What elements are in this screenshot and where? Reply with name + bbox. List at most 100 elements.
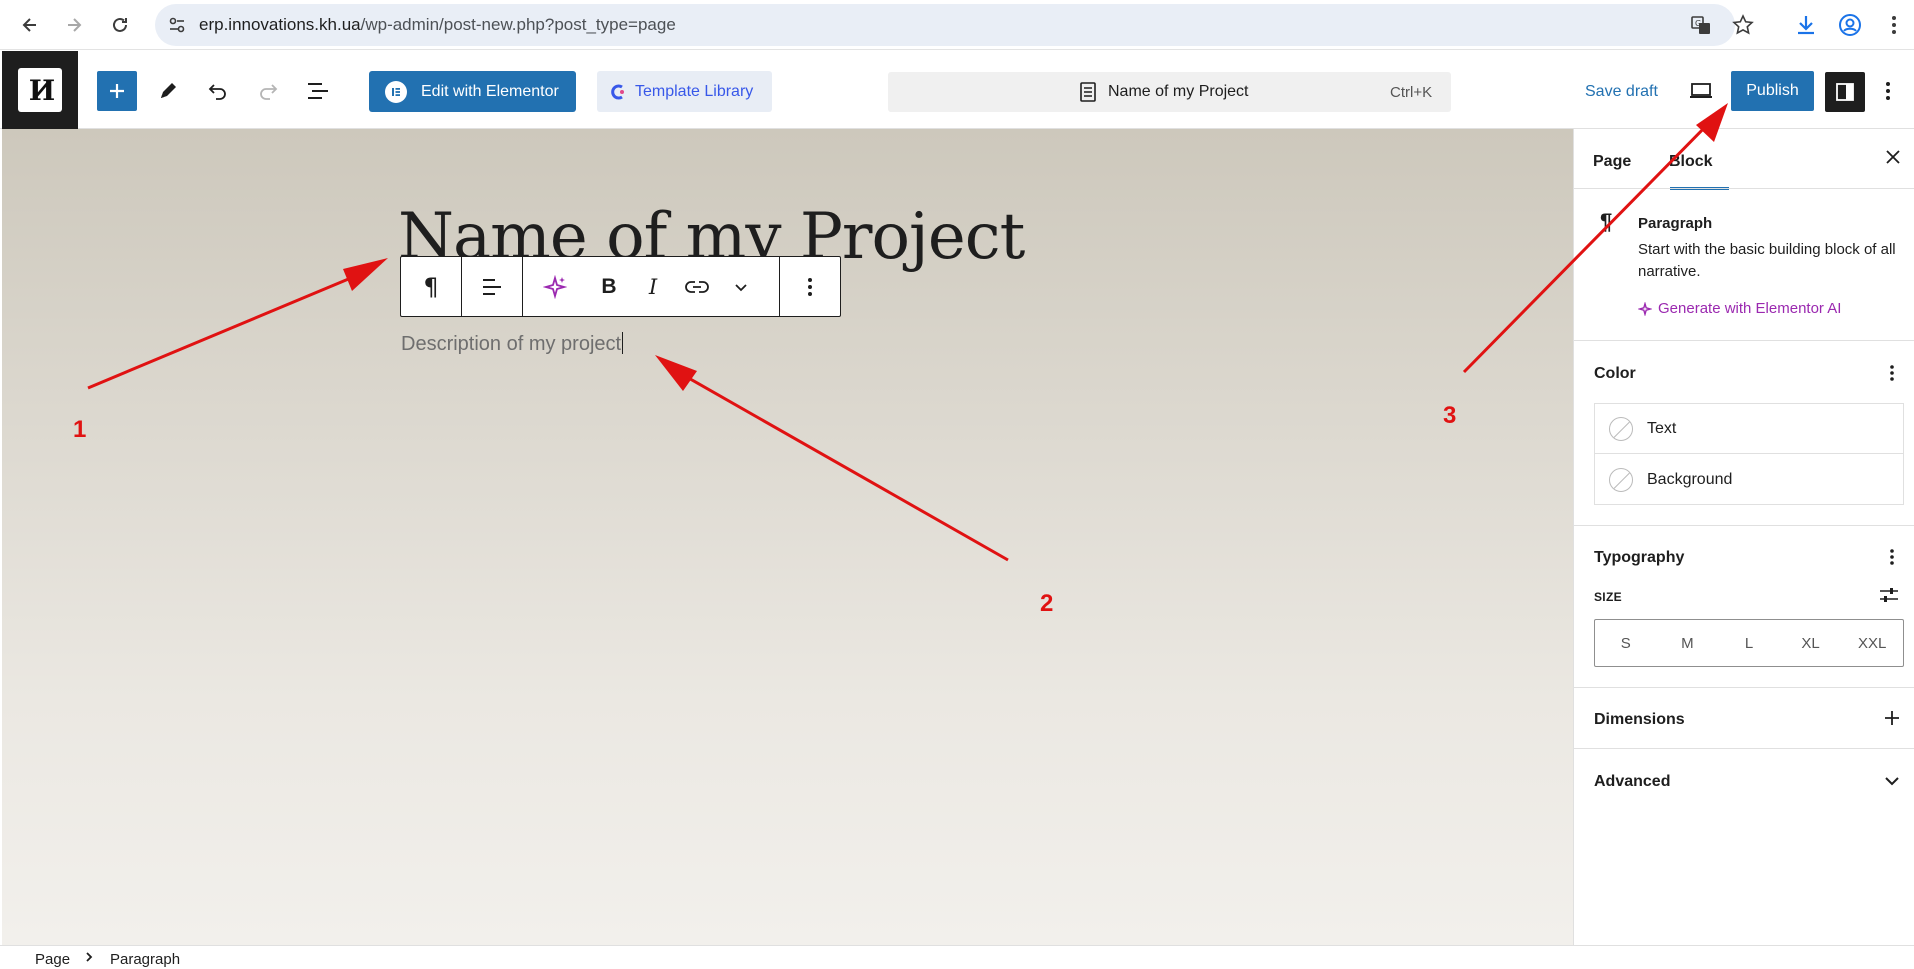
plus-icon	[1885, 711, 1899, 725]
page-document-icon	[1079, 82, 1097, 102]
font-size-picker: S M L XL XXL	[1594, 619, 1904, 667]
annotation-label-2: 2	[1040, 590, 1054, 617]
block-card-title: Paragraph	[1638, 215, 1713, 232]
translate-icon[interactable]: G	[1685, 9, 1717, 41]
pencil-icon	[161, 83, 176, 98]
chevron-down-icon	[735, 283, 747, 291]
paragraph-block-icon: ¶	[1600, 209, 1613, 234]
ai-sparkle-small-icon	[1638, 301, 1652, 316]
menu-kebab-icon[interactable]	[1878, 9, 1910, 41]
publish-button[interactable]: Publish	[1731, 71, 1814, 111]
elementor-ai-button[interactable]	[523, 257, 587, 316]
template-library-icon	[609, 83, 627, 101]
annotation-label-3: 3	[1443, 402, 1457, 429]
close-sidebar-button[interactable]	[1885, 149, 1901, 165]
advanced-panel-heading[interactable]: Advanced	[1594, 773, 1670, 791]
bookmark-star-icon[interactable]	[1727, 9, 1759, 41]
block-type-button[interactable]: ¶	[401, 257, 461, 316]
add-dimensions-button[interactable]	[1883, 709, 1901, 727]
color-options-icon	[1890, 365, 1894, 381]
back-icon[interactable]	[14, 9, 46, 41]
block-card-description: Start with the basic building block of a…	[1638, 241, 1896, 280]
block-breadcrumb: Page Paragraph	[0, 945, 1914, 969]
block-options-button[interactable]	[780, 257, 840, 316]
site-logo-button[interactable]: И	[2, 51, 78, 129]
preview-button[interactable]	[1681, 71, 1721, 111]
tools-pencil-button[interactable]	[148, 71, 188, 111]
size-option-l[interactable]: L	[1718, 620, 1780, 666]
save-draft-button[interactable]: Save draft	[1585, 83, 1658, 101]
tab-block[interactable]: Block	[1669, 153, 1713, 171]
text-caret	[622, 332, 624, 354]
color-panel-heading[interactable]: Color	[1594, 365, 1636, 383]
svg-text:G: G	[1695, 19, 1701, 28]
forward-icon[interactable]	[58, 9, 90, 41]
bold-button[interactable]: B	[587, 257, 631, 316]
document-overview-button[interactable]	[298, 71, 338, 111]
shortcut-hint: Ctrl+K	[1390, 84, 1433, 101]
italic-button[interactable]: I	[631, 257, 675, 316]
tab-page[interactable]: Page	[1593, 153, 1631, 171]
settings-sidebar-toggle[interactable]	[1825, 72, 1865, 112]
block-toolbar: ¶ B I	[400, 256, 841, 317]
block-options-icon	[808, 277, 812, 296]
align-button[interactable]	[462, 257, 522, 316]
background-color-swatch-icon	[1609, 468, 1633, 492]
size-option-m[interactable]: M	[1657, 620, 1719, 666]
size-option-s[interactable]: S	[1595, 620, 1657, 666]
color-options-button[interactable]	[1882, 361, 1902, 385]
text-color-swatch-icon	[1609, 416, 1633, 441]
typography-panel-heading[interactable]: Typography	[1594, 549, 1684, 567]
undo-icon	[208, 84, 226, 100]
url-text[interactable]: erp.innovations.kh.ua/wp-admin/post-new.…	[199, 4, 676, 46]
redo-icon	[260, 84, 278, 100]
size-option-xxl[interactable]: XXL	[1841, 620, 1903, 666]
generate-ai-link[interactable]: Generate with Elementor AI	[1638, 300, 1841, 317]
profile-icon[interactable]	[1834, 9, 1866, 41]
address-bar[interactable]: erp.innovations.kh.ua/wp-admin/post-new.…	[155, 4, 1735, 46]
link-icon	[685, 280, 709, 293]
link-button[interactable]	[675, 257, 719, 316]
size-option-xl[interactable]: XL	[1780, 620, 1842, 666]
text-color-item[interactable]: Text	[1595, 404, 1903, 454]
sidebar-icon	[1836, 83, 1854, 101]
paragraph-block[interactable]: Description of my project	[401, 332, 624, 356]
breadcrumb-item-paragraph[interactable]: Paragraph	[110, 951, 180, 968]
settings-sliders-icon	[1880, 588, 1898, 602]
custom-size-button[interactable]	[1879, 586, 1899, 604]
options-kebab-button[interactable]	[1873, 71, 1903, 111]
bold-icon: B	[601, 274, 617, 298]
chevron-right-icon	[85, 951, 93, 963]
paragraph-text: Description of my project	[401, 333, 622, 355]
edit-with-elementor-button[interactable]: Edit with Elementor	[369, 71, 576, 112]
text-color-label: Text	[1647, 419, 1677, 437]
more-formatting-button[interactable]	[719, 257, 763, 316]
font-size-label: SIZE	[1594, 590, 1622, 604]
chevron-down-icon	[1885, 777, 1899, 786]
document-title: Name of my Project	[1108, 83, 1249, 100]
breadcrumb-item-page[interactable]: Page	[35, 951, 70, 968]
template-library-button[interactable]: Template Library	[597, 71, 772, 112]
background-color-label: Background	[1647, 471, 1733, 488]
edit-with-elementor-label: Edit with Elementor	[421, 82, 559, 100]
typography-options-icon	[1890, 549, 1894, 565]
background-color-item[interactable]: Background	[1595, 455, 1903, 505]
align-left-icon	[483, 278, 501, 295]
add-block-button[interactable]	[97, 71, 137, 111]
command-palette-bar[interactable]: Name of my Project Ctrl+K	[888, 72, 1451, 112]
download-icon[interactable]	[1790, 9, 1822, 41]
advanced-toggle[interactable]	[1884, 775, 1900, 787]
site-info-icon[interactable]	[167, 15, 187, 35]
plus-icon	[110, 84, 124, 98]
ai-sparkle-icon	[543, 274, 567, 299]
elementor-icon	[385, 80, 407, 103]
typography-options-button[interactable]	[1882, 545, 1902, 569]
template-library-label: Template Library	[635, 82, 754, 100]
list-view-icon	[308, 83, 328, 99]
annotation-label-1: 1	[73, 416, 87, 443]
options-icon	[1886, 82, 1890, 100]
reload-icon[interactable]	[104, 9, 136, 41]
redo-button[interactable]	[248, 71, 288, 111]
undo-button[interactable]	[198, 71, 238, 111]
dimensions-panel-heading[interactable]: Dimensions	[1594, 711, 1685, 729]
